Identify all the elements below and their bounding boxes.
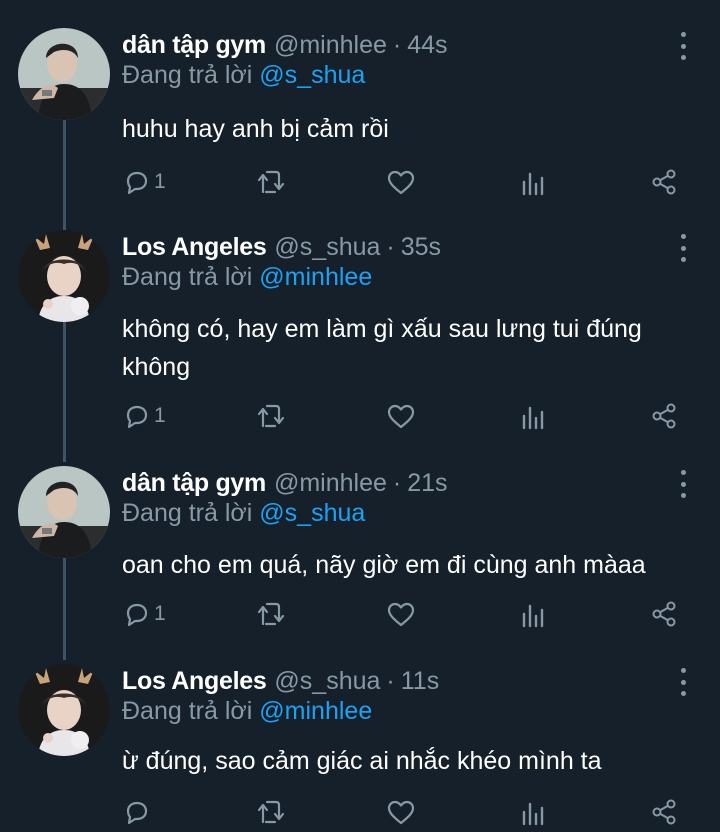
avatar[interactable] <box>18 230 110 322</box>
user-handle[interactable]: @s_shua <box>274 230 380 264</box>
timestamp[interactable]: 44s <box>407 28 447 62</box>
retweet-icon <box>257 404 285 428</box>
tweet-actions <box>122 796 692 828</box>
share-button[interactable] <box>650 400 678 432</box>
avatar[interactable] <box>18 466 110 558</box>
user-handle[interactable]: @minhlee <box>274 466 387 500</box>
analytics-button[interactable] <box>520 598 546 630</box>
like-icon <box>387 800 415 825</box>
reply-count: 1 <box>154 404 166 427</box>
avatar[interactable] <box>18 664 110 756</box>
display-name[interactable]: Los Angeles <box>122 664 267 698</box>
retweet-button[interactable] <box>256 400 286 432</box>
tweet-text: ừ đúng, sao cảm giác ai nhắc khéo mình t… <box>122 747 602 775</box>
replying-label: Đang trả lời <box>122 499 253 527</box>
separator: · <box>386 667 395 695</box>
tweet-header: Los Angeles @s_shua · 35s <box>122 230 441 264</box>
analytics-button[interactable] <box>520 400 546 432</box>
replying-label: Đang trả lời <box>122 61 253 89</box>
analytics-button[interactable] <box>520 166 546 198</box>
timestamp[interactable]: 11s <box>401 664 439 698</box>
retweet-icon <box>257 602 285 626</box>
retweet-icon <box>257 170 285 194</box>
replying-label: Đang trả lời <box>122 697 253 725</box>
analytics-icon <box>522 604 544 628</box>
tweet-header: Los Angeles @s_shua · 11s <box>122 664 439 698</box>
display-name[interactable]: Los Angeles <box>122 230 267 264</box>
more-icon[interactable] <box>674 234 692 262</box>
analytics-button[interactable] <box>520 796 546 828</box>
share-icon <box>652 799 676 825</box>
retweet-button[interactable] <box>256 796 286 828</box>
share-icon <box>652 169 676 195</box>
more-icon[interactable] <box>674 32 692 60</box>
tweet-actions: 1 <box>122 598 692 630</box>
display-name[interactable]: dân tập gym <box>122 28 266 62</box>
more-icon[interactable] <box>674 470 692 498</box>
more-icon[interactable] <box>674 668 692 696</box>
thread-line <box>63 120 66 238</box>
share-icon <box>652 403 676 429</box>
reply-button[interactable]: 1 <box>122 598 166 630</box>
replying-to: Đang trả lời @minhlee <box>122 694 372 728</box>
display-name[interactable]: dân tập gym <box>122 466 266 500</box>
mention-link[interactable]: @s_shua <box>259 499 365 527</box>
like-icon <box>387 602 415 627</box>
reply-count: 1 <box>154 602 166 625</box>
tweet-header: dân tập gym @minhlee · 44s <box>122 28 448 62</box>
thread-line <box>63 558 66 660</box>
timestamp[interactable]: 35s <box>401 230 441 264</box>
reply-icon <box>126 801 148 825</box>
like-button[interactable] <box>386 796 416 828</box>
tweet-text: oan cho em quá, nãy giờ em đi cùng anh m… <box>122 551 646 579</box>
share-button[interactable] <box>650 598 678 630</box>
avatar[interactable] <box>18 28 110 120</box>
analytics-icon <box>522 802 544 826</box>
reply-icon <box>126 603 148 627</box>
analytics-icon <box>522 406 544 430</box>
like-icon <box>387 404 415 429</box>
retweet-icon <box>257 800 285 824</box>
like-button[interactable] <box>386 166 416 198</box>
like-button[interactable] <box>386 400 416 432</box>
mention-link[interactable]: @s_shua <box>259 61 365 89</box>
separator: · <box>392 31 402 59</box>
replying-to: Đang trả lời @s_shua <box>122 496 365 530</box>
replying-to: Đang trả lời @s_shua <box>122 58 365 92</box>
share-button[interactable] <box>650 166 678 198</box>
thread-line <box>63 322 66 462</box>
reply-button[interactable]: 1 <box>122 166 166 198</box>
tweet-text: không có, hay em làm gì xấu sau lưng tui… <box>122 315 642 381</box>
separator: · <box>392 469 402 497</box>
retweet-button[interactable] <box>256 166 286 198</box>
retweet-button[interactable] <box>256 598 286 630</box>
tweet-actions: 1 <box>122 400 692 432</box>
mention-link[interactable]: @minhlee <box>259 697 372 725</box>
tweet-text: huhu hay anh bị cảm rồi <box>122 115 389 143</box>
user-handle[interactable]: @minhlee <box>274 28 387 62</box>
tweet-header: dân tập gym @minhlee · 21s <box>122 466 448 500</box>
timestamp[interactable]: 21s <box>407 466 447 500</box>
share-icon <box>652 601 676 627</box>
reply-icon <box>126 171 148 195</box>
like-button[interactable] <box>386 598 416 630</box>
reply-thread: dân tập gym @minhlee · 44s Đang trả lời … <box>0 0 720 832</box>
analytics-icon <box>522 172 544 196</box>
tweet-actions: 1 <box>122 166 692 198</box>
separator: · <box>386 233 395 261</box>
reply-count: 1 <box>154 170 166 193</box>
share-button[interactable] <box>650 796 678 828</box>
mention-link[interactable]: @minhlee <box>259 263 372 291</box>
reply-button[interactable]: 1 <box>122 400 166 432</box>
reply-icon <box>126 405 148 429</box>
like-icon <box>387 170 415 195</box>
user-handle[interactable]: @s_shua <box>274 664 380 698</box>
replying-to: Đang trả lời @minhlee <box>122 260 372 294</box>
reply-button[interactable] <box>122 796 154 828</box>
replying-label: Đang trả lời <box>122 263 253 291</box>
